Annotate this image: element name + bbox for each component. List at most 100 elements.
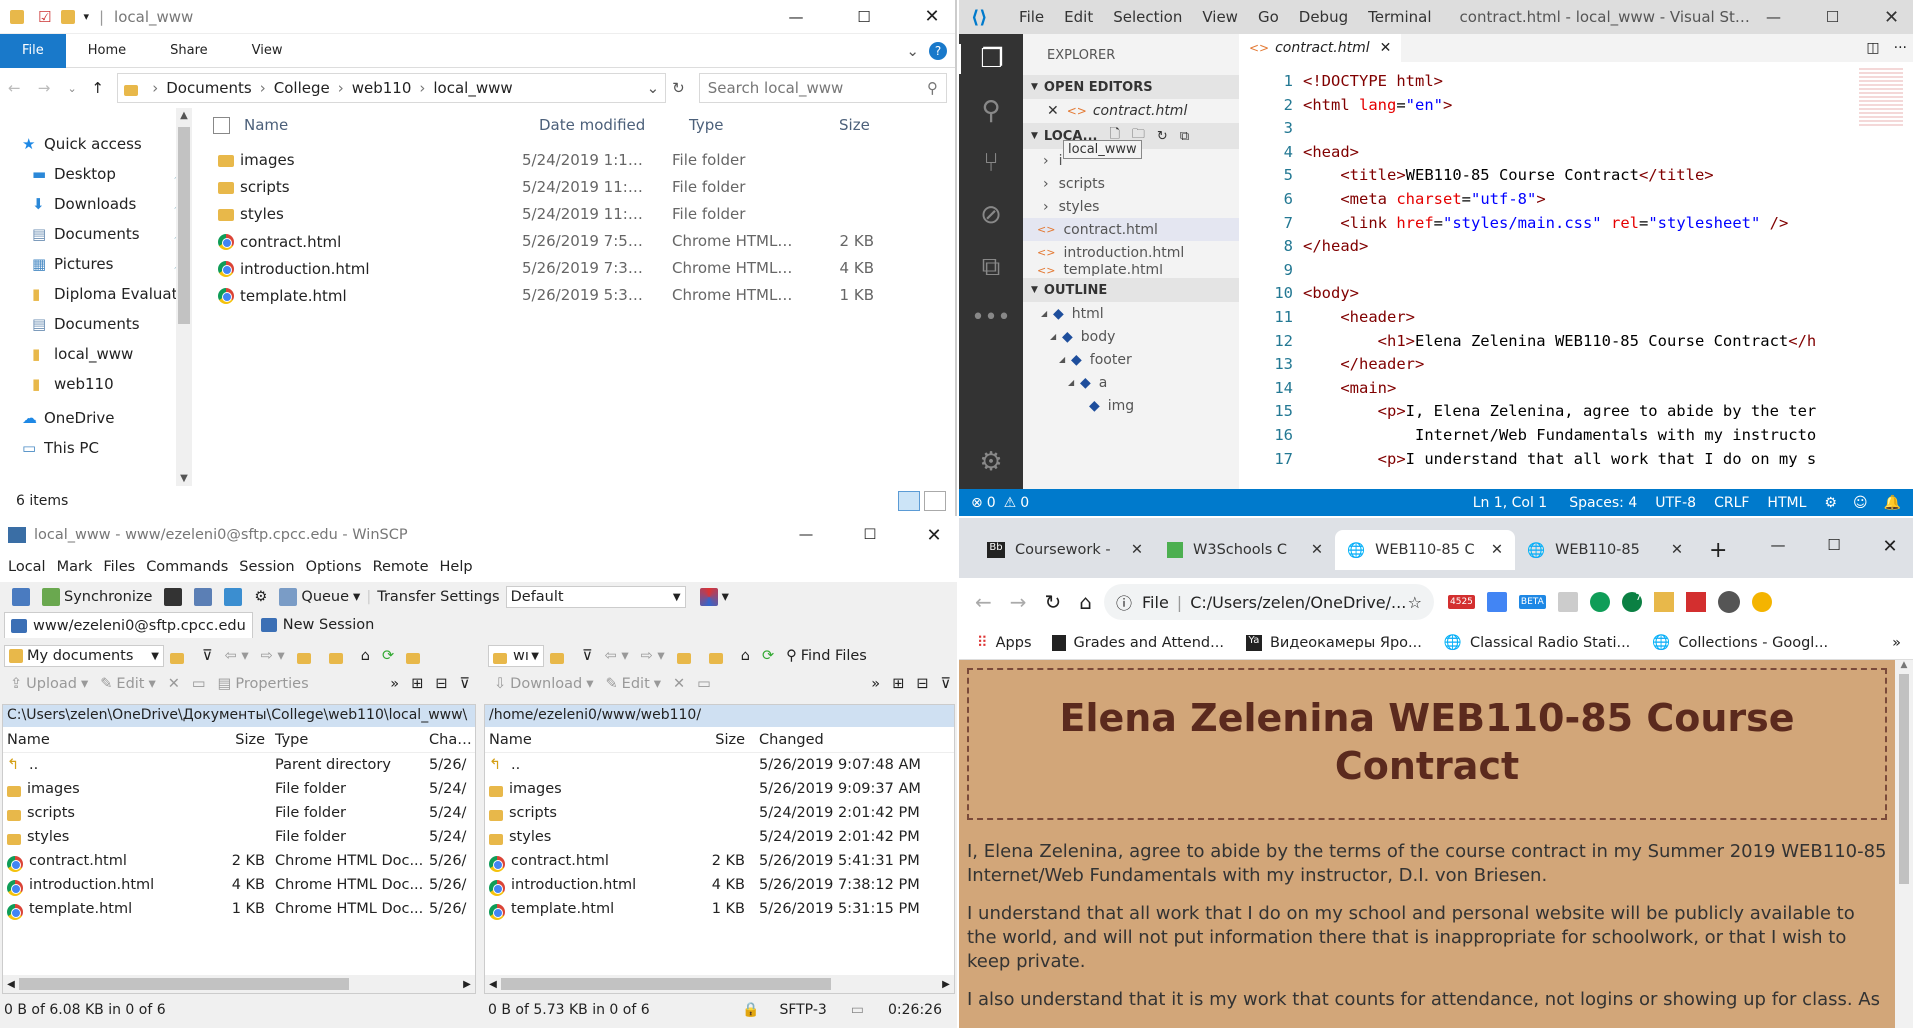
select-all-checkbox[interactable] — [213, 116, 230, 134]
ribbon-tab-home[interactable]: Home — [66, 34, 148, 68]
search-icon[interactable]: ⚲ — [959, 96, 1023, 126]
queue-button[interactable]: Queue ▾ — [273, 588, 366, 606]
address-bar[interactable]: › Documents › College › web110 › local_w… — [117, 73, 667, 103]
menu-go[interactable]: Go — [1258, 8, 1279, 26]
upload-button[interactable]: ⇪ Upload ▾ — [4, 676, 94, 692]
code-line[interactable] — [1303, 259, 1883, 283]
maximize-icon[interactable]: ☐ — [1811, 536, 1857, 554]
file-row[interactable]: images 5/24/2019 1:19 PM File folder — [196, 146, 954, 173]
back-arrow-icon[interactable]: ← — [8, 79, 38, 97]
column-date-modified[interactable]: Date modified — [539, 116, 689, 134]
outline-section[interactable]: ▼ OUTLINE — [1023, 278, 1239, 302]
maximize-icon[interactable]: ☐ — [847, 527, 893, 543]
tab-web110-active[interactable]: 🌐 WEB110-85 C ✕ — [1335, 530, 1515, 570]
local-file-row[interactable]: images File folder 5/24/ — [3, 777, 475, 801]
nav-item[interactable]: ☁ OneDrive — [0, 403, 194, 433]
collapse-all-icon[interactable]: ⧉ — [1180, 129, 1189, 144]
split-editor-icon[interactable]: ◫ — [1866, 40, 1879, 56]
menu-local[interactable]: Local — [8, 559, 46, 575]
session-tab[interactable]: www/ezeleni0@sftp.cpcc.edu — [4, 612, 253, 638]
ribbon-tab-view[interactable]: View — [230, 34, 305, 68]
back-icon[interactable]: ⇦ ▾ — [599, 648, 635, 664]
indentation[interactable]: Spaces: 4 — [1569, 495, 1637, 511]
code-line[interactable]: </header> — [1303, 353, 1883, 377]
translate-extension-icon[interactable] — [1486, 592, 1507, 612]
putty-icon[interactable] — [188, 588, 218, 606]
tab-w3schools[interactable]: W3Schools C ✕ — [1155, 530, 1335, 570]
breadcrumb-college[interactable]: College — [274, 79, 330, 97]
tree-file[interactable]: <> template.html — [1023, 264, 1239, 276]
menu-debug[interactable]: Debug — [1299, 8, 1348, 26]
extensions-icon[interactable]: ⧉ — [959, 252, 1023, 283]
grammarly-extension-icon[interactable]: 7 — [1621, 592, 1642, 612]
remote-column-name[interactable]: Name — [485, 732, 673, 748]
home-icon[interactable]: ⌂ — [1079, 590, 1092, 614]
code-line[interactable]: <header> — [1303, 306, 1883, 330]
compare-dirs-icon[interactable] — [6, 588, 36, 606]
local-file-row[interactable]: scripts File folder 5/24/ — [3, 801, 475, 825]
toolbar-overflow-icon[interactable]: » — [384, 676, 405, 692]
local-file-row[interactable]: template.html 1 KB Chrome HTML Doc... 5/26/ — [3, 897, 475, 921]
outline-item[interactable]: ◢ ◆ footer — [1023, 348, 1239, 371]
remote-file-row[interactable]: introduction.html 4 KB 5/26/2019 7:38:12 P… — [485, 873, 954, 897]
column-type[interactable]: Type — [689, 116, 839, 134]
nav-scroll-thumb[interactable] — [178, 127, 190, 324]
properties-icon[interactable]: ☑ — [38, 8, 51, 26]
nav-item[interactable]: ▮ local_www — [0, 339, 194, 369]
tab-web110[interactable]: 🌐 WEB110-85 ✕ — [1515, 530, 1695, 570]
open-editors-section[interactable]: ▼ OPEN EDITORS — [1023, 75, 1239, 99]
remote-file-row[interactable]: images 5/26/2019 9:09:37 AM — [485, 777, 954, 801]
file-row[interactable]: introduction.html 5/26/2019 7:38 PM Chrome… — [196, 254, 954, 281]
rename-icon[interactable]: ▭ — [186, 676, 212, 692]
warnings-icon[interactable]: ⚠ — [1004, 495, 1017, 511]
remote-column-changed[interactable]: Changed — [753, 732, 943, 748]
code-line[interactable]: <head> — [1303, 141, 1883, 165]
remote-h-scrollbar[interactable]: ◀ ▶ — [485, 975, 954, 993]
nav-item[interactable]: ▤Documents📌 — [0, 219, 194, 249]
encoding[interactable]: UTF-8 — [1655, 495, 1696, 511]
parent-dir-icon[interactable] — [671, 651, 703, 664]
settings-gear-icon[interactable]: ⚙ — [959, 447, 1023, 477]
transfer-profile-icon[interactable]: ▾ — [694, 588, 735, 606]
bookmark-cameras[interactable]: Видеокамеры Яро... — [1270, 635, 1422, 651]
code-line[interactable]: <link href="styles/main.css" rel="styles… — [1303, 212, 1883, 236]
close-icon[interactable]: ✕ — [909, 6, 955, 27]
refresh-icon[interactable]: ⟳ — [756, 648, 780, 664]
nav-item[interactable]: ▭ This PC — [0, 433, 194, 463]
remote-edit-button[interactable]: ✎ Edit ▾ — [600, 676, 668, 692]
local-location-select[interactable]: My documents ▼ — [4, 645, 164, 667]
more-actions-icon[interactable]: ··· — [1894, 40, 1907, 56]
new-icon[interactable]: ⊞ — [405, 676, 429, 692]
minimize-icon[interactable]: — — [1752, 8, 1795, 26]
nav-item[interactable]: ▤ Documents — [0, 309, 194, 339]
filter-icon[interactable]: ⊽ — [576, 648, 599, 664]
local-file-row[interactable]: ↰.. Parent directory 5/26/ — [3, 753, 475, 777]
file-row[interactable]: styles 5/24/2019 11:35 A... File folder — [196, 200, 954, 227]
search-box[interactable]: Search local_www ⚲ — [698, 73, 947, 103]
open-folder-icon[interactable] — [544, 651, 576, 664]
code-line[interactable]: <title>WEB110-85 Course Contract</title> — [1303, 164, 1883, 188]
remote-column-size[interactable]: Size — [673, 732, 753, 748]
forward-arrow-icon[interactable]: → — [1010, 590, 1027, 614]
select-filter-icon[interactable]: ⊽ — [453, 676, 476, 692]
parent-dir-icon[interactable] — [291, 651, 323, 664]
close-tab-icon[interactable]: ✕ — [1380, 40, 1392, 56]
remote-file-row[interactable]: styles 5/24/2019 2:01:42 PM — [485, 825, 954, 849]
menu-help[interactable]: Help — [440, 559, 473, 575]
local-column-changed[interactable]: Chang — [425, 732, 473, 748]
local-h-scrollbar[interactable]: ◀ ▶ — [3, 975, 475, 993]
cursor-position[interactable]: Ln 1, Col 1 — [1473, 495, 1548, 511]
column-size[interactable]: Size — [839, 116, 929, 134]
local-column-type[interactable]: Type — [273, 732, 425, 748]
local-file-row[interactable]: styles File folder 5/24/ — [3, 825, 475, 849]
menu-view[interactable]: View — [1202, 8, 1238, 26]
nav-item[interactable]: ▦Pictures📌 — [0, 249, 194, 279]
warning-count[interactable]: 0 — [1020, 495, 1029, 511]
source-control-icon[interactable]: ⑂ — [959, 148, 1023, 178]
maximize-icon[interactable]: ☐ — [841, 8, 887, 26]
local-edit-button[interactable]: ✎ Edit ▾ — [94, 676, 162, 692]
menu-edit[interactable]: Edit — [1064, 8, 1093, 26]
close-tab-icon[interactable]: ✕ — [1311, 542, 1323, 558]
code-line[interactable]: <!DOCTYPE html> — [1303, 70, 1883, 94]
tree-folder[interactable]: › styles — [1023, 195, 1239, 218]
